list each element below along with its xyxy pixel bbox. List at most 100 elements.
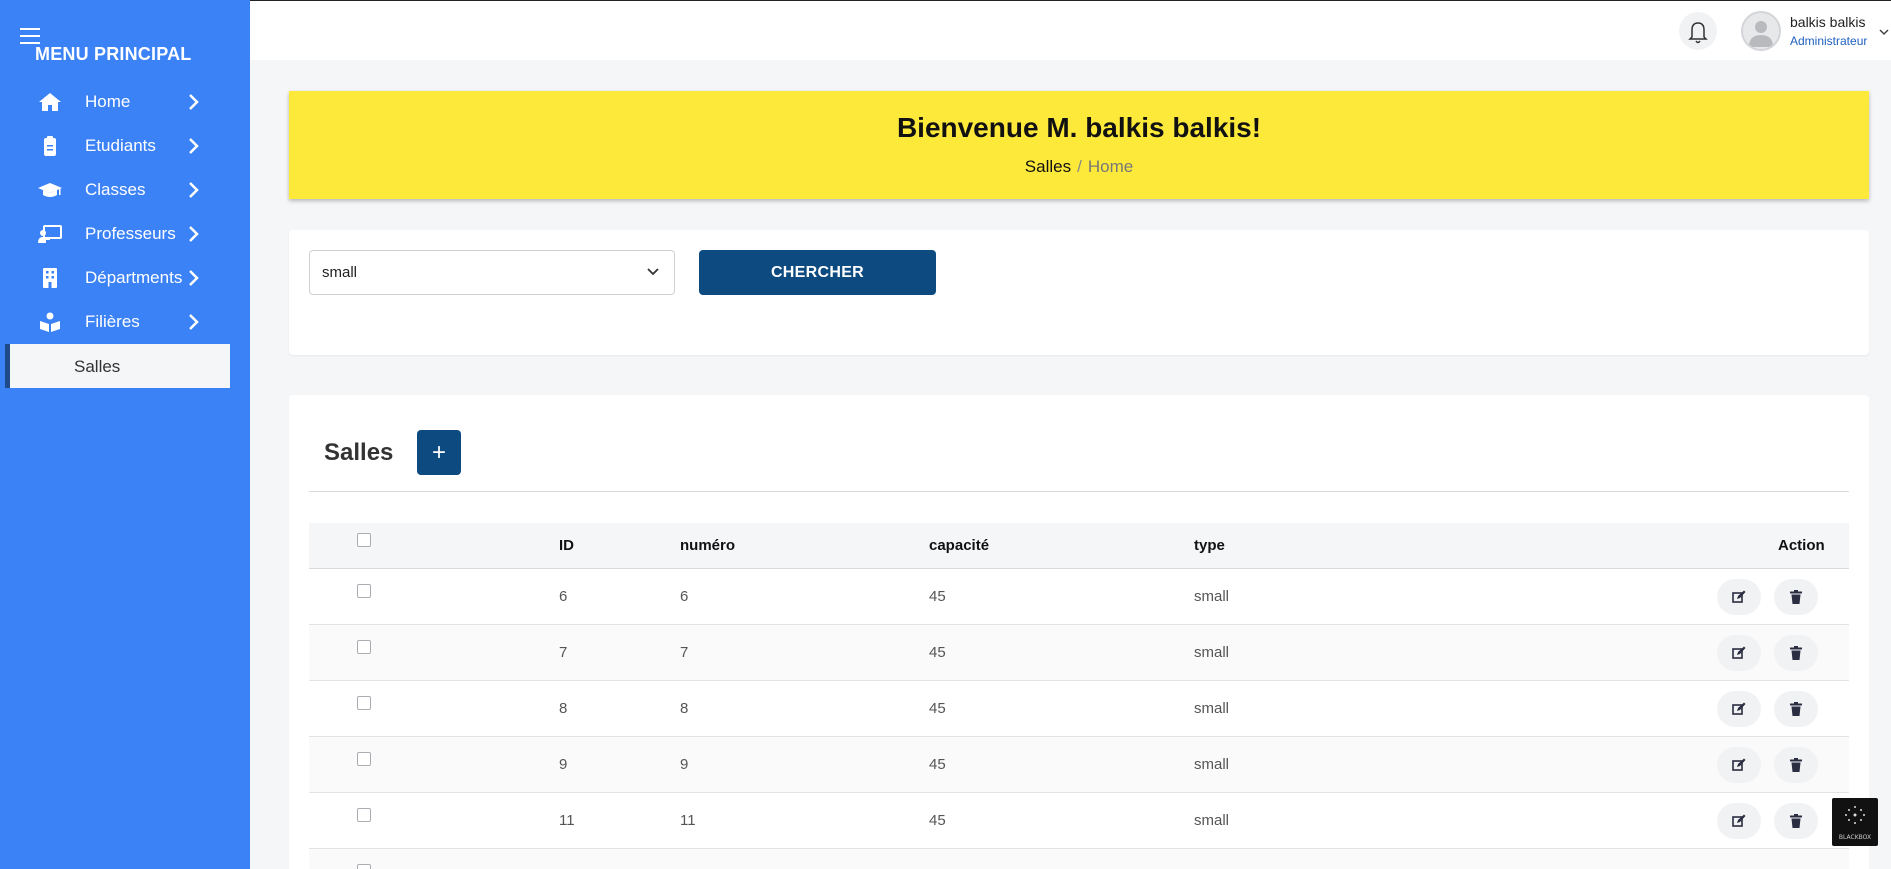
- column-header-numero[interactable]: numéro: [680, 537, 735, 554]
- avatar[interactable]: [1741, 11, 1781, 51]
- cell-numero: 9: [680, 756, 689, 773]
- trash-icon: [1790, 646, 1802, 660]
- cell-capacite: 45: [929, 756, 946, 773]
- chevron-right-icon: [189, 138, 199, 154]
- user-name: balkis balkis: [1790, 14, 1866, 30]
- reader-icon: [40, 312, 60, 332]
- row-checkbox[interactable]: [357, 696, 371, 710]
- bell-icon: [1688, 22, 1708, 44]
- delete-button[interactable]: [1774, 691, 1818, 727]
- chevron-right-icon: [189, 94, 199, 110]
- table-row[interactable]: 6 6 45 small: [309, 569, 1849, 625]
- search-card: small CHERCHER: [289, 230, 1869, 355]
- sidebar-item-departments[interactable]: Départments: [0, 256, 250, 300]
- salles-table-card: Salles + ID numéro capacité type Action …: [289, 395, 1869, 869]
- cell-numero: 6: [680, 588, 689, 605]
- sidebar-item-label: Professeurs: [85, 224, 176, 243]
- edit-button[interactable]: [1717, 803, 1761, 839]
- chevron-right-icon: [189, 314, 199, 330]
- column-header-id[interactable]: ID: [559, 537, 574, 554]
- type-select[interactable]: small: [309, 250, 675, 295]
- breadcrumb-home[interactable]: Home: [1088, 157, 1133, 176]
- building-icon: [43, 268, 57, 288]
- column-header-capacite[interactable]: capacité: [929, 537, 989, 554]
- sidebar-item-salles[interactable]: Salles: [5, 344, 230, 388]
- sidebar-item-filieres[interactable]: Filières: [0, 300, 250, 344]
- delete-button[interactable]: [1774, 635, 1818, 671]
- add-salle-button[interactable]: +: [417, 430, 461, 475]
- edit-button[interactable]: [1717, 579, 1761, 615]
- sidebar-item-etudiants[interactable]: Etudiants: [0, 124, 250, 168]
- trash-icon: [1790, 814, 1802, 828]
- hamburger-menu-icon[interactable]: [20, 28, 40, 44]
- watermark-logo: BLACKBOX: [1832, 798, 1878, 846]
- cell-capacite: 45: [929, 644, 946, 661]
- breadcrumb-separator: /: [1077, 157, 1082, 176]
- row-checkbox[interactable]: [357, 864, 371, 869]
- table-title: Salles: [324, 439, 394, 466]
- edit-icon: [1732, 758, 1746, 771]
- edit-button[interactable]: [1717, 747, 1761, 783]
- cell-type: small: [1194, 756, 1230, 773]
- welcome-banner: Bienvenue M. balkis balkis! Salles / Home: [289, 91, 1869, 199]
- row-checkbox[interactable]: [357, 640, 371, 654]
- clipboard-icon: [44, 136, 56, 156]
- column-header-type[interactable]: type: [1194, 537, 1225, 554]
- divider: [309, 491, 1849, 492]
- notification-button[interactable]: [1679, 12, 1717, 50]
- user-icon: [1749, 21, 1773, 47]
- row-checkbox[interactable]: [357, 752, 371, 766]
- sidebar-item-label: Départments: [85, 268, 183, 287]
- sidebar: MENU PRINCIPAL Home Etudiants Classes Pr…: [0, 0, 250, 869]
- home-icon: [39, 93, 61, 111]
- edit-button[interactable]: [1717, 691, 1761, 727]
- table-body: 6 6 45 small 7 7 45 small 8 8 45 small 9…: [309, 569, 1849, 869]
- cell-type: small: [1194, 700, 1230, 717]
- table-row[interactable]: [309, 849, 1849, 869]
- cell-id: 7: [559, 644, 568, 661]
- trash-icon: [1790, 590, 1802, 604]
- user-role: Administrateur: [1790, 34, 1868, 48]
- delete-button[interactable]: [1774, 579, 1818, 615]
- cell-id: 6: [559, 588, 568, 605]
- breadcrumb-current[interactable]: Salles: [1025, 157, 1071, 176]
- delete-button[interactable]: [1774, 747, 1818, 783]
- sidebar-item-professeurs[interactable]: Professeurs: [0, 212, 250, 256]
- sidebar-item-label: Classes: [85, 180, 146, 199]
- select-all-checkbox[interactable]: [357, 533, 371, 547]
- sidebar-item-label: Etudiants: [85, 136, 156, 155]
- chevron-down-icon: [647, 268, 659, 276]
- cell-numero: 11: [680, 812, 696, 829]
- cell-id: 9: [559, 756, 568, 773]
- row-checkbox[interactable]: [357, 584, 371, 598]
- cell-type: small: [1194, 644, 1230, 661]
- trash-icon: [1790, 758, 1802, 772]
- cell-capacite: 45: [929, 588, 946, 605]
- chevron-down-icon[interactable]: [1878, 28, 1890, 38]
- table-row[interactable]: 8 8 45 small: [309, 681, 1849, 737]
- table-row[interactable]: 9 9 45 small: [309, 737, 1849, 793]
- chevron-right-icon: [189, 226, 199, 242]
- cell-numero: 8: [680, 700, 689, 717]
- column-header-action: Action: [1778, 537, 1825, 554]
- cell-type: small: [1194, 812, 1230, 829]
- cell-numero: 7: [680, 644, 689, 661]
- search-button[interactable]: CHERCHER: [699, 250, 936, 295]
- cell-id: 11: [559, 812, 575, 829]
- sidebar-item-home[interactable]: Home: [0, 80, 250, 124]
- table-row[interactable]: 11 11 45 small: [309, 793, 1849, 849]
- cell-capacite: 45: [929, 700, 946, 717]
- sidebar-item-label: Filières: [85, 312, 140, 331]
- table-row[interactable]: 7 7 45 small: [309, 625, 1849, 681]
- table-header: ID numéro capacité type Action: [309, 523, 1849, 569]
- cell-type: small: [1194, 588, 1230, 605]
- delete-button[interactable]: [1774, 803, 1818, 839]
- sidebar-item-classes[interactable]: Classes: [0, 168, 250, 212]
- breadcrumb: Salles / Home: [289, 157, 1869, 177]
- topbar: [250, 0, 1891, 60]
- edit-button[interactable]: [1717, 635, 1761, 671]
- sidebar-item-label: Home: [85, 92, 131, 111]
- watermark-label: BLACKBOX: [1838, 834, 1872, 841]
- row-checkbox[interactable]: [357, 808, 371, 822]
- chevron-right-icon: [189, 270, 199, 286]
